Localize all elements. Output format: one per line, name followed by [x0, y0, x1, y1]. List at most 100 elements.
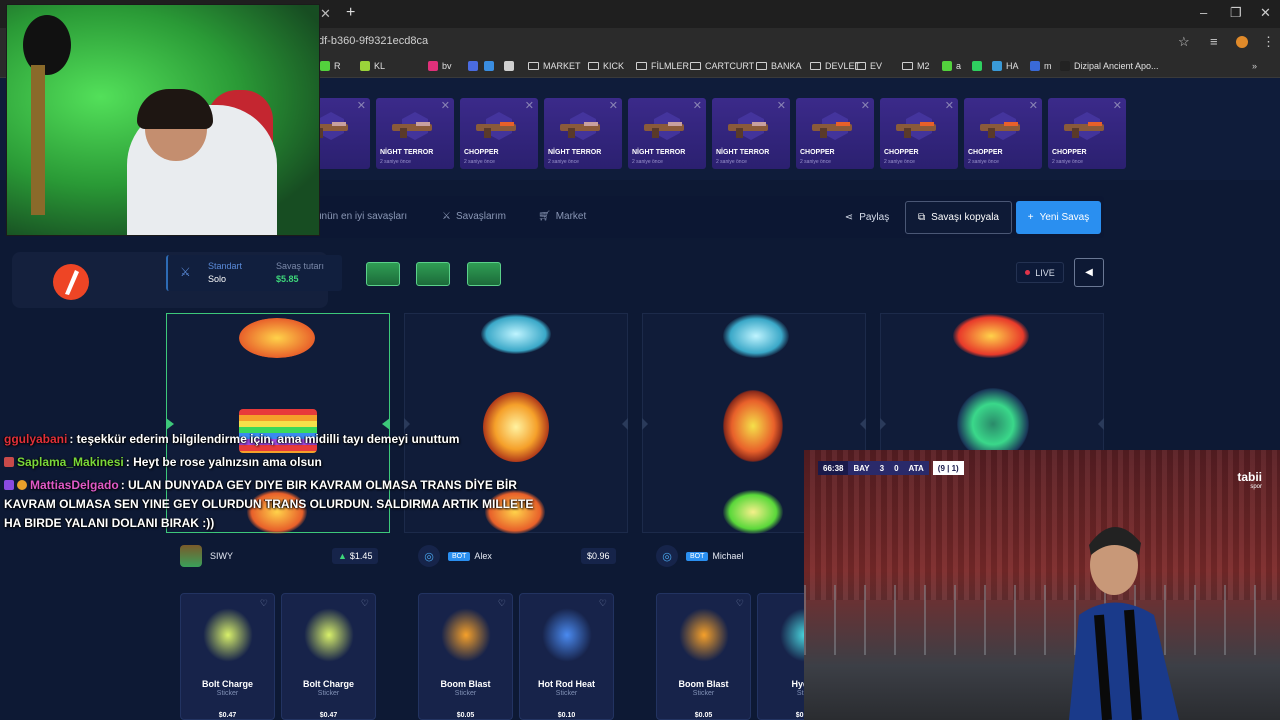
away-score: 0 — [889, 461, 904, 475]
close-icon[interactable]: ✕ — [777, 99, 786, 112]
bookmark-favicon-icon — [1030, 61, 1040, 71]
chat-message: ggulyabani: teşekkür ederim bilgilendirm… — [4, 432, 460, 446]
chat-message: MattiasDelgado: ULAN DUNYADA GEY DIYE BI… — [4, 478, 517, 492]
close-window-icon[interactable]: ✕ — [1260, 5, 1271, 21]
weapon-skin-icon — [560, 122, 600, 138]
item-card[interactable]: ♡ Boom Blast Sticker $0.05 — [656, 593, 751, 720]
bookmark-item[interactable] — [504, 61, 518, 71]
crossed-swords-icon: ⚔ — [180, 265, 191, 279]
new-battle-button[interactable]: + Yeni Savaş — [1016, 201, 1101, 234]
url-text[interactable]: df-b360-9f9321ecd8ca — [318, 35, 428, 47]
favorite-icon[interactable]: ♡ — [361, 598, 369, 609]
close-icon[interactable]: ✕ — [525, 99, 534, 112]
live-drop-card[interactable]: ✕ NİGHT TERROR 2 saniye önce — [544, 98, 622, 169]
favorite-icon[interactable]: ♡ — [736, 598, 744, 609]
bookmark-item[interactable]: Dizipal Ancient Apo... — [1060, 61, 1159, 71]
bookmark-item[interactable] — [484, 61, 498, 71]
live-drop-card[interactable]: ✕ CHOPPER 2 saniye önce — [460, 98, 538, 169]
bookmark-item[interactable]: MARKET — [528, 61, 581, 71]
close-icon[interactable]: ✕ — [441, 99, 450, 112]
bookmark-star-icon[interactable]: ☆ — [1178, 34, 1190, 50]
live-drop-card[interactable]: ✕ CHOPPER 2 saniye önce — [796, 98, 874, 169]
bookmark-item[interactable] — [468, 61, 482, 71]
reel-right-arrow — [382, 418, 390, 430]
bookmark-item[interactable]: CARTCURT — [690, 61, 754, 71]
player-name[interactable]: Michael — [712, 551, 743, 561]
nav-market[interactable]: 🛒︎ Market — [538, 211, 586, 222]
tab-close-icon[interactable]: ✕ — [320, 6, 331, 22]
live-drop-card[interactable]: ✕ CHOPPER 2 saniye önce — [1048, 98, 1126, 169]
bookmark-favicon-icon — [972, 61, 982, 71]
close-icon[interactable]: ✕ — [693, 99, 702, 112]
chat-message: Saplama_Makinesi: Heyt be rose yalnızsın… — [4, 455, 322, 469]
close-icon[interactable]: ✕ — [609, 99, 618, 112]
live-drop-card[interactable]: ✕ NİGHT TERROR 2 saniye önce — [712, 98, 790, 169]
bookmark-favicon-icon — [360, 61, 370, 71]
bookmark-item[interactable]: DEVLET — [810, 61, 860, 71]
item-price: $0.05 — [694, 712, 713, 719]
case-icon[interactable] — [467, 262, 501, 286]
sticker-art-icon — [203, 608, 253, 662]
item-card[interactable]: ♡ Boom Blast Sticker $0.05 — [418, 593, 513, 720]
footballer-figure — [1069, 526, 1179, 720]
restore-icon[interactable]: ❐ — [1230, 5, 1242, 21]
live-drop-card[interactable]: ✕ CHOPPER 2 saniye önce — [964, 98, 1042, 169]
live-drop-card[interactable]: ✕ CHOPPER 2 saniye önce — [880, 98, 958, 169]
case-icon[interactable] — [366, 262, 400, 286]
drop-time: 2 saniye önce — [380, 159, 411, 165]
bookmark-favicon-icon — [320, 61, 330, 71]
share-button[interactable]: ⋖ Paylaş — [836, 201, 898, 234]
item-name: Bolt Charge — [201, 679, 253, 689]
nav-my-battles[interactable]: ⚔ Savaşlarım — [442, 211, 506, 222]
bookmark-item[interactable]: KL — [360, 61, 385, 71]
player-name[interactable]: Alex — [474, 551, 492, 561]
bookmark-item[interactable]: m — [1030, 61, 1052, 71]
avatar[interactable] — [180, 545, 202, 567]
bookmark-item[interactable] — [972, 61, 986, 71]
player-name[interactable]: SIWY — [210, 551, 233, 561]
bookmark-item[interactable]: bv — [428, 61, 452, 71]
item-card[interactable]: ♡ Hot Rod Heat Sticker $0.10 — [519, 593, 614, 720]
bookmark-item[interactable]: BANKA — [756, 61, 802, 71]
reel-left-arrow — [642, 418, 648, 430]
live-drop-card[interactable]: ✕ NİGHT TERROR 2 saniye önce — [376, 98, 454, 169]
favorite-icon[interactable]: ♡ — [260, 598, 268, 609]
bookmark-item[interactable]: a — [942, 61, 961, 71]
bookmark-item[interactable]: R — [320, 61, 341, 71]
close-icon[interactable]: ✕ — [945, 99, 954, 112]
reel-left-arrow — [166, 418, 174, 430]
bookmark-item[interactable]: HA — [992, 61, 1019, 71]
item-type: Sticker — [454, 690, 477, 697]
live-badge: LIVE — [1016, 262, 1064, 283]
mode-label: Standart — [208, 261, 243, 271]
item-card[interactable]: ♡ Bolt Charge Sticker $0.47 — [281, 593, 376, 720]
menu-icon[interactable]: ⋮ — [1262, 34, 1275, 50]
bookmark-item[interactable]: M2 — [902, 61, 930, 71]
minimize-icon[interactable]: – — [1200, 5, 1207, 20]
copy-battle-button[interactable]: ⧉ Savaşı kopyala — [905, 201, 1012, 234]
close-icon[interactable]: ✕ — [861, 99, 870, 112]
nav-best-battles[interactable]: ünün en iyi savaşları — [316, 211, 407, 222]
sound-toggle-button[interactable]: ◀ — [1074, 258, 1104, 287]
profile-avatar[interactable] — [1236, 36, 1248, 48]
more-bookmarks-icon[interactable]: » — [1252, 61, 1257, 71]
bookmark-item[interactable]: EV — [855, 61, 882, 71]
badge-icon — [4, 480, 14, 490]
bookmark-item[interactable]: KICK — [588, 61, 624, 71]
close-icon[interactable]: ✕ — [1029, 99, 1038, 112]
bookmark-item[interactable]: FİLMLER — [636, 61, 689, 71]
item-name: Hot Rod Heat — [538, 679, 595, 689]
drop-name: NİGHT TERROR — [380, 149, 434, 156]
reel-right-arrow — [1098, 418, 1104, 430]
live-drop-card[interactable]: ✕ NİGHT TERROR 2 saniye önce — [628, 98, 706, 169]
favorite-icon[interactable]: ♡ — [498, 598, 506, 609]
site-logo[interactable] — [53, 264, 89, 300]
close-icon[interactable]: ✕ — [1113, 99, 1122, 112]
favorite-icon[interactable]: ♡ — [599, 598, 607, 609]
new-tab-icon[interactable]: + — [346, 4, 355, 22]
case-icon[interactable] — [416, 262, 450, 286]
media-icon[interactable]: ≡ — [1210, 34, 1218, 49]
close-icon[interactable]: ✕ — [357, 99, 366, 112]
item-card[interactable]: ♡ Bolt Charge Sticker $0.47 — [180, 593, 275, 720]
drop-name: CHOPPER — [968, 149, 1003, 156]
